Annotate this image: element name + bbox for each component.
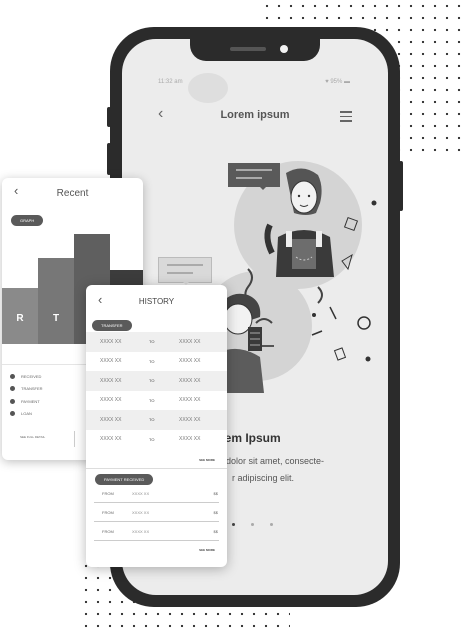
page-dot-active[interactable]: [232, 523, 235, 526]
page-dot[interactable]: [251, 523, 254, 526]
phone-power-button: [399, 161, 403, 211]
speaker: [230, 47, 266, 51]
transfer-list: XXXX XX TO XXXX XX XXXX XX TO XXXX XX XXXX X…: [86, 332, 227, 449]
legend-item: RECEIVED: [10, 370, 43, 383]
legend-dot-icon: [10, 373, 15, 379]
legend-item: PAYMENT: [10, 395, 43, 408]
divider: [74, 431, 75, 447]
header-blob: [188, 73, 228, 103]
transfer-row[interactable]: XXXX XX TO XXXX XX: [86, 430, 227, 450]
legend-dot-icon: [10, 411, 15, 417]
recent-title: Recent: [56, 188, 89, 199]
legend-item: TRANSFER: [10, 383, 43, 396]
transfer-row[interactable]: XXXX XX TO XXXX XX: [86, 391, 227, 411]
phone-notch: [190, 39, 320, 61]
legend-item: LOAN: [10, 408, 43, 421]
onboarding-body-line: dolor sit amet, consecte-: [226, 456, 325, 466]
onboarding-body-line: r adipiscing elit.: [232, 473, 295, 483]
see-more-link[interactable]: SEE MORE: [199, 548, 215, 552]
payment-row[interactable]: FROM XXXX XX $$: [94, 503, 219, 522]
chart-bar: R: [2, 288, 38, 344]
phone-mute-switch: [107, 107, 111, 127]
hamburger-icon[interactable]: [340, 111, 352, 125]
recent-header: ‹ Recent: [2, 178, 143, 208]
status-time: 11:32 am: [158, 79, 183, 85]
chart-legend: RECEIVED TRANSFER PAYMENT LOAN: [10, 370, 43, 420]
phone-volume-up: [107, 143, 111, 175]
see-more-link[interactable]: SEE MORE: [199, 458, 215, 462]
legend-dot-icon: [10, 398, 15, 404]
see-full-detail-link[interactable]: SEE FULL DETAIL: [20, 435, 45, 439]
page-dot[interactable]: [270, 523, 273, 526]
bar-label: T: [52, 313, 60, 324]
payment-row[interactable]: FROM XXXX XX $$: [94, 522, 219, 541]
decorative-shapes: [244, 268, 274, 347]
transfer-chip[interactable]: TRANSFER: [92, 320, 132, 331]
transfer-row[interactable]: XXXX XX TO XXXX XX: [86, 410, 227, 430]
history-title: HISTORY: [138, 297, 175, 306]
chart-bar: T: [38, 258, 74, 344]
transfer-row[interactable]: XXXX XX TO XXXX XX: [86, 352, 227, 372]
bar-label: R: [16, 313, 24, 324]
page-indicator[interactable]: [232, 513, 289, 531]
divider: [86, 468, 227, 469]
speech-bubble: [228, 163, 280, 190]
payment-list: FROM XXXX XX $$ FROM XXXX XX $$ FROM XXXX XX $…: [94, 484, 219, 541]
decorative-shapes: [311, 200, 377, 362]
camera-icon: [280, 45, 288, 53]
legend-dot-icon: [10, 386, 15, 392]
status-icons: ♥ 95% ▬: [325, 79, 350, 85]
onboarding-heading: rem Ipsum: [220, 431, 281, 445]
transfer-row[interactable]: XXXX XX TO XXXX XX: [86, 332, 227, 352]
graph-chip[interactable]: GRAPH: [11, 215, 44, 226]
speech-bubble: [158, 257, 212, 285]
transfer-row[interactable]: XXXX XX TO XXXX XX: [86, 371, 227, 391]
history-card: ‹ HISTORY TRANSFER XXXX XX TO XXXX XX XXXX…: [86, 285, 227, 567]
payment-row[interactable]: FROM XXXX XX $$: [94, 484, 219, 503]
